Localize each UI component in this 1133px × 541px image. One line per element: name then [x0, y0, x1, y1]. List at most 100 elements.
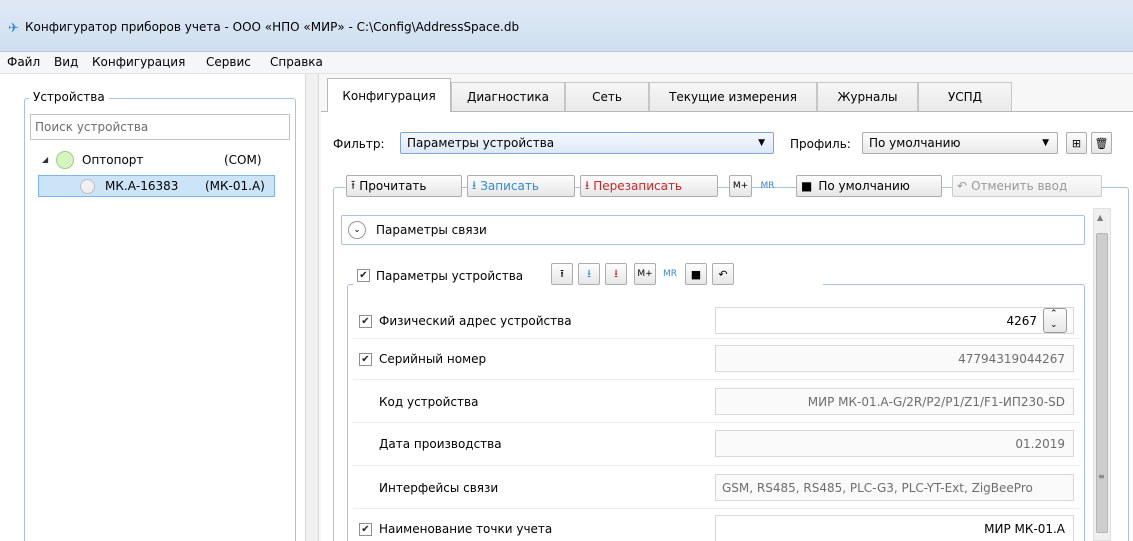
write-button[interactable]: ⭳ Записать: [467, 175, 575, 197]
device-search-input[interactable]: Поиск устройства: [30, 114, 290, 140]
tree-device-name: МК.А-16383: [105, 179, 179, 193]
device-params-title: Параметры устройства: [376, 269, 524, 283]
download-red-icon: ⭳: [585, 177, 590, 192]
filter-label: Фильтр:: [333, 137, 385, 151]
device-rewrite-button[interactable]: ⭳: [605, 263, 627, 285]
device-defaults-button[interactable]: ■: [685, 263, 707, 285]
filter-select[interactable]: Параметры устройства ▼: [400, 132, 774, 154]
chevron-down-circle-icon[interactable]: ⌄: [348, 221, 366, 239]
param-value-field: GSM, RS485, RS485, PLC-G3, PLC-YT-Ext, Z…: [715, 474, 1074, 501]
comm-params-expander[interactable]: ⌄ Параметры связи: [341, 215, 1085, 245]
undo-icon: ↶: [957, 179, 968, 193]
download-blue-icon: ⭳: [472, 177, 477, 192]
devices-group-title: Устройства: [29, 90, 109, 104]
profile-save-button[interactable]: ⊞: [1066, 132, 1087, 154]
tab-current-measurements[interactable]: Текущие измерения: [649, 82, 817, 111]
param-value: МИР МК-01.А: [984, 521, 1065, 536]
param-value: 01.2019: [1015, 436, 1065, 451]
comm-params-title: Параметры связи: [376, 223, 487, 237]
param-label: Физический адрес устройства: [379, 314, 572, 328]
memory-recall-icon: MR: [662, 269, 678, 279]
row-divider: [353, 465, 1079, 466]
param-value-field: 47794319044267: [715, 345, 1074, 372]
configuration-panel: Конфигурация Диагностика Сеть Текущие из…: [319, 74, 1133, 541]
param-label: Наименование точки учета: [379, 522, 553, 536]
row-divider: [353, 338, 1079, 339]
vertical-scrollbar[interactable]: ▲ ≡: [1093, 208, 1111, 541]
memory-recall-button[interactable]: MR: [756, 175, 779, 197]
memory-plus-button[interactable]: M+: [729, 175, 752, 197]
memory-plus-icon: M+: [732, 181, 749, 191]
param-checkbox[interactable]: ✔: [359, 353, 372, 366]
tab-journals[interactable]: Журналы: [817, 82, 918, 111]
param-value-input[interactable]: 4267: [715, 307, 1074, 334]
chevron-up-icon[interactable]: ⌃: [1050, 309, 1058, 319]
profile-delete-button[interactable]: 🗑: [1091, 132, 1112, 154]
device-write-button[interactable]: ⭳: [578, 263, 600, 285]
app-icon: ✈: [8, 21, 19, 36]
profile-label: Профиль:: [790, 137, 851, 151]
tab-configuration[interactable]: Конфигурация: [327, 78, 451, 112]
tree-device-model: (МК-01.А): [205, 179, 265, 193]
menu-view[interactable]: Вид: [54, 55, 78, 69]
param-value-field: 01.2019: [715, 430, 1074, 457]
menu-file[interactable]: Файл: [7, 55, 40, 69]
panel-splitter[interactable]: [305, 74, 319, 541]
memory-recall-icon: MR: [760, 181, 775, 191]
cancel-input-button[interactable]: ↶ Отменить ввод: [952, 175, 1102, 197]
param-label: Код устройства: [379, 395, 479, 409]
menu-help[interactable]: Справка: [270, 55, 323, 69]
tree-port-name: Оптопорт: [82, 153, 144, 167]
device-undo-button[interactable]: ↶: [712, 263, 734, 285]
device-params-checkbox[interactable]: ✔: [357, 269, 370, 282]
write-button-label: Записать: [480, 179, 539, 193]
rewrite-button[interactable]: ⭳ Перезаписать: [580, 175, 718, 197]
defaults-button-label: По умолчанию: [818, 179, 910, 193]
param-value: GSM, RS485, RS485, PLC-G3, PLC-YT-Ext, Z…: [722, 480, 1033, 495]
defaults-button[interactable]: ■ По умолчанию: [796, 175, 942, 197]
rewrite-button-label: Перезаписать: [593, 179, 683, 193]
tree-node-optoport[interactable]: ◢ Оптопорт (COM): [38, 151, 288, 171]
param-value: МИР МК-01.А-G/2R/P2/P1/Z1/F1-ИП230-SD: [807, 394, 1065, 409]
device-memory-plus-button[interactable]: M+: [634, 263, 656, 285]
upload-icon: ⭱: [560, 266, 564, 280]
devices-panel: Устройства Поиск устройства ◢ Оптопорт (…: [0, 74, 305, 541]
param-label: Интерфейсы связи: [379, 481, 499, 495]
row-divider: [353, 508, 1079, 509]
menu-service[interactable]: Сервис: [206, 55, 251, 69]
memory-plus-icon: M+: [637, 269, 653, 279]
profile-select[interactable]: По умолчанию ▼: [862, 132, 1058, 154]
cube-icon: ■: [801, 179, 813, 193]
tab-network[interactable]: Сеть: [565, 82, 649, 111]
param-value: 4267: [1006, 313, 1037, 328]
tree-node-device[interactable]: МК.А-16383 (МК-01.А): [38, 175, 275, 197]
status-grey-icon: [80, 179, 95, 194]
device-memory-recall-button[interactable]: MR: [659, 263, 681, 285]
scroll-up-icon[interactable]: ▲: [1097, 213, 1103, 222]
undo-icon: ↶: [718, 267, 728, 281]
grip-icon: ≡: [1098, 472, 1105, 481]
read-button-label: Прочитать: [359, 179, 427, 193]
menu-bar: Файл Вид Конфигурация Сервис Справка: [0, 52, 1133, 74]
scrollbar-thumb[interactable]: ≡: [1096, 233, 1108, 533]
status-green-icon: [56, 151, 74, 169]
tab-uspd[interactable]: УСПД: [918, 82, 1012, 111]
filter-value: Параметры устройства: [407, 136, 555, 150]
param-value-input[interactable]: МИР МК-01.А: [715, 515, 1074, 541]
menu-configuration[interactable]: Конфигурация: [92, 55, 185, 69]
device-read-button[interactable]: ⭱: [551, 263, 573, 285]
tab-diagnostics[interactable]: Диагностика: [451, 82, 565, 111]
tree-expander-icon[interactable]: ◢: [42, 155, 48, 164]
row-divider: [353, 379, 1079, 380]
chevron-down-icon: ▼: [1042, 138, 1049, 148]
device-search-placeholder: Поиск устройства: [35, 120, 149, 134]
window-title: Конфигуратор приборов учета - ООО «НПО «…: [25, 20, 520, 34]
address-stepper[interactable]: ⌃ ⌄: [1043, 308, 1067, 333]
tree-port-type: (COM): [224, 153, 262, 167]
chevron-down-icon: ▼: [758, 138, 765, 148]
read-button[interactable]: ⭱ Прочитать: [346, 175, 462, 197]
chevron-down-icon[interactable]: ⌄: [1050, 320, 1058, 330]
cube-icon: ■: [690, 267, 702, 281]
param-checkbox[interactable]: ✔: [359, 315, 372, 328]
param-checkbox[interactable]: ✔: [359, 523, 372, 536]
